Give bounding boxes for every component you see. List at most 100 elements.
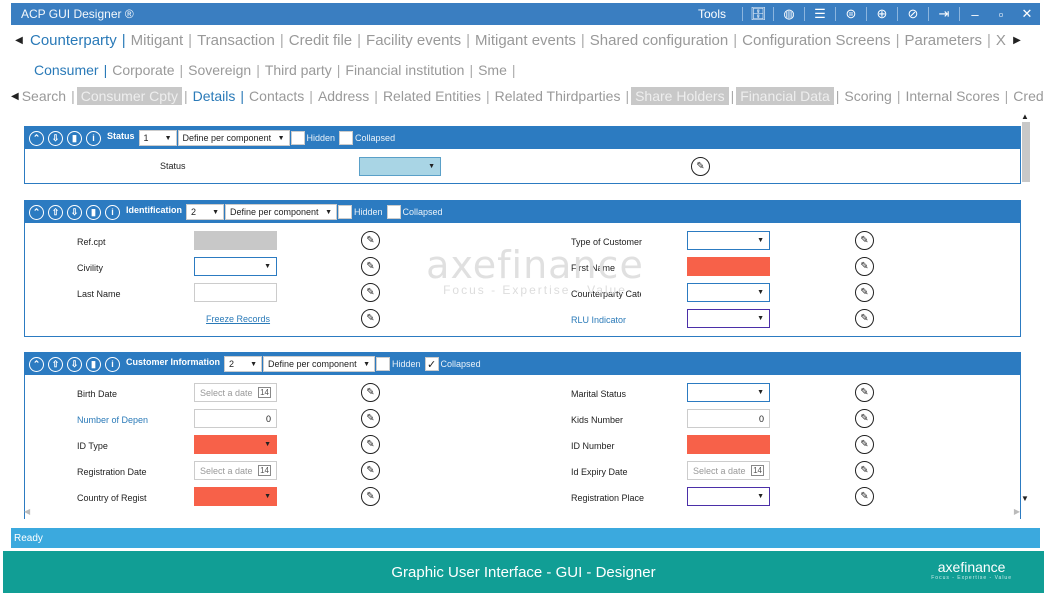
edit-pencil-icon[interactable]: ✎	[361, 257, 380, 276]
country-of-registration-select[interactable]: ▼	[194, 487, 277, 506]
delete-icon[interactable]: ▮	[67, 130, 82, 146]
collapse-icon[interactable]: ⌃	[29, 356, 44, 372]
id-expiry-date-picker[interactable]: Select a date 14	[687, 461, 770, 480]
collapse-icon[interactable]: ⌃	[29, 130, 44, 146]
tab-scoring[interactable]: Scoring	[841, 88, 894, 104]
hidden-checkbox[interactable]	[376, 357, 391, 371]
order-select[interactable]: 2 ▼	[186, 204, 224, 220]
list-icon[interactable]: ☰	[807, 3, 833, 25]
plus-icon[interactable]: ⊕	[869, 3, 895, 25]
tab-sovereign[interactable]: Sovereign	[185, 62, 254, 78]
delete-icon[interactable]: ▮	[86, 356, 101, 372]
collapsed-checkbox[interactable]: ✓	[424, 357, 439, 371]
edit-pencil-icon[interactable]: ✎	[855, 309, 874, 328]
tab-facility-events[interactable]: Facility events	[363, 32, 464, 49]
type-of-customer-select[interactable]: ▼	[687, 231, 770, 250]
scroll-up-icon[interactable]: ▲	[1021, 112, 1029, 121]
tools-menu[interactable]: Tools	[698, 7, 726, 21]
info-icon[interactable]: i	[86, 130, 101, 146]
collapse-icon[interactable]: ⌃	[29, 204, 44, 220]
edit-pencil-icon[interactable]: ✎	[855, 283, 874, 302]
kids-number-input[interactable]: 0	[687, 409, 770, 428]
edit-pencil-icon[interactable]: ✎	[855, 257, 874, 276]
tab-mitigant[interactable]: Mitigant	[128, 32, 187, 49]
tab-address[interactable]: Address	[315, 88, 372, 104]
tab-transaction[interactable]: Transaction	[194, 32, 278, 49]
tab-corporate[interactable]: Corporate	[109, 62, 177, 78]
scroll-right-icon[interactable]: ▶	[1014, 507, 1020, 516]
tab-internal-scores[interactable]: Internal Scores	[902, 88, 1002, 104]
restore-button[interactable]: ▫	[988, 3, 1014, 25]
close-button[interactable]: ✕	[1014, 3, 1040, 25]
scroll-left-icon[interactable]: ◀	[11, 35, 27, 46]
registration-place-select[interactable]: ▼	[687, 487, 770, 506]
tab-shared-configuration[interactable]: Shared configuration	[587, 32, 731, 49]
civility-select[interactable]: ▼	[194, 257, 277, 276]
globe-icon[interactable]: ◍	[776, 3, 802, 25]
edit-pencil-icon[interactable]: ✎	[855, 435, 874, 454]
database-icon[interactable]: 🗄	[745, 3, 771, 25]
collapsed-checkbox[interactable]	[339, 131, 354, 145]
tab-credit-file[interactable]: Credit file	[286, 32, 355, 49]
rlu-indicator-select[interactable]: ▼	[687, 309, 770, 328]
calendar-icon[interactable]: 14	[258, 465, 271, 476]
tab-counterparty[interactable]: Counterparty	[27, 32, 120, 49]
edit-pencil-icon[interactable]: ✎	[361, 309, 380, 328]
scroll-left-icon[interactable]: ◀	[24, 507, 30, 516]
edit-pencil-icon[interactable]: ✎	[855, 231, 874, 250]
tab-sme[interactable]: Sme	[475, 62, 510, 78]
delete-icon[interactable]: ▮	[86, 204, 101, 220]
tab-details[interactable]: Details	[190, 88, 239, 104]
horizontal-scrollbar[interactable]: ◀ ▶	[24, 507, 1020, 517]
calendar-icon[interactable]: 14	[258, 387, 271, 398]
exit-icon[interactable]: ⇥	[931, 3, 957, 25]
download-icon[interactable]: ⇩	[67, 356, 82, 372]
marital-status-select[interactable]: ▼	[687, 383, 770, 402]
tab-parameters[interactable]: Parameters	[901, 32, 985, 49]
id-type-select[interactable]: ▼	[194, 435, 277, 454]
calendar-icon[interactable]: 14	[751, 465, 764, 476]
tab-contacts[interactable]: Contacts	[246, 88, 307, 104]
status-select[interactable]: ▼	[359, 157, 441, 176]
edit-pencil-icon[interactable]: ✎	[855, 383, 874, 402]
mode-select[interactable]: Define per component ▼	[225, 204, 337, 220]
edit-pencil-icon[interactable]: ✎	[361, 435, 380, 454]
edit-pencil-icon[interactable]: ✎	[691, 157, 710, 176]
freeze-records-link[interactable]: Freeze Records	[206, 314, 270, 324]
edit-pencil-icon[interactable]: ✎	[855, 461, 874, 480]
order-select[interactable]: 2 ▼	[224, 356, 263, 372]
edit-pencil-icon[interactable]: ✎	[361, 283, 380, 302]
edit-pencil-icon[interactable]: ✎	[361, 461, 380, 480]
registration-date-picker[interactable]: Select a date 14	[194, 461, 277, 480]
id-number-input[interactable]	[687, 435, 770, 454]
mode-select[interactable]: Define per component ▼	[177, 130, 290, 146]
order-select[interactable]: 1 ▼	[138, 130, 177, 146]
tab-financial-institution[interactable]: Financial institution	[342, 62, 467, 78]
first-name-input[interactable]	[687, 257, 770, 276]
circle-menu-icon[interactable]: ⊜	[838, 3, 864, 25]
tab-consumer-cpty[interactable]: Consumer Cpty	[76, 87, 182, 105]
collapsed-checkbox[interactable]	[386, 205, 401, 219]
hidden-checkbox[interactable]	[338, 205, 352, 219]
tab-x[interactable]: X	[993, 32, 1009, 49]
edit-pencil-icon[interactable]: ✎	[361, 409, 380, 428]
trash-icon[interactable]: ⊘	[900, 3, 926, 25]
edit-pencil-icon[interactable]: ✎	[361, 383, 380, 402]
tab-financial-data[interactable]: Financial Data	[736, 87, 834, 105]
edit-pencil-icon[interactable]: ✎	[855, 409, 874, 428]
tab-consumer[interactable]: Consumer	[31, 62, 102, 78]
minimize-button[interactable]: –	[962, 3, 988, 25]
move-up-icon[interactable]: ⇧	[48, 356, 63, 372]
tab-third-party[interactable]: Third party	[262, 62, 335, 78]
scroll-right-icon[interactable]: ▶	[1009, 35, 1025, 46]
vertical-scrollbar[interactable]: ▲ ▼	[1020, 112, 1032, 507]
scrollbar-thumb[interactable]	[1022, 122, 1030, 182]
tab-configuration-screens[interactable]: Configuration Screens	[739, 32, 893, 49]
scroll-down-icon[interactable]: ▼	[1021, 494, 1029, 503]
edit-pencil-icon[interactable]: ✎	[855, 487, 874, 506]
counterparty-category-select[interactable]: ▼	[687, 283, 770, 302]
hidden-checkbox[interactable]	[290, 131, 305, 145]
move-up-icon[interactable]: ⇧	[48, 204, 63, 220]
dependents-input[interactable]: 0	[194, 409, 277, 428]
tab-share-holders[interactable]: Share Holders	[631, 87, 729, 105]
